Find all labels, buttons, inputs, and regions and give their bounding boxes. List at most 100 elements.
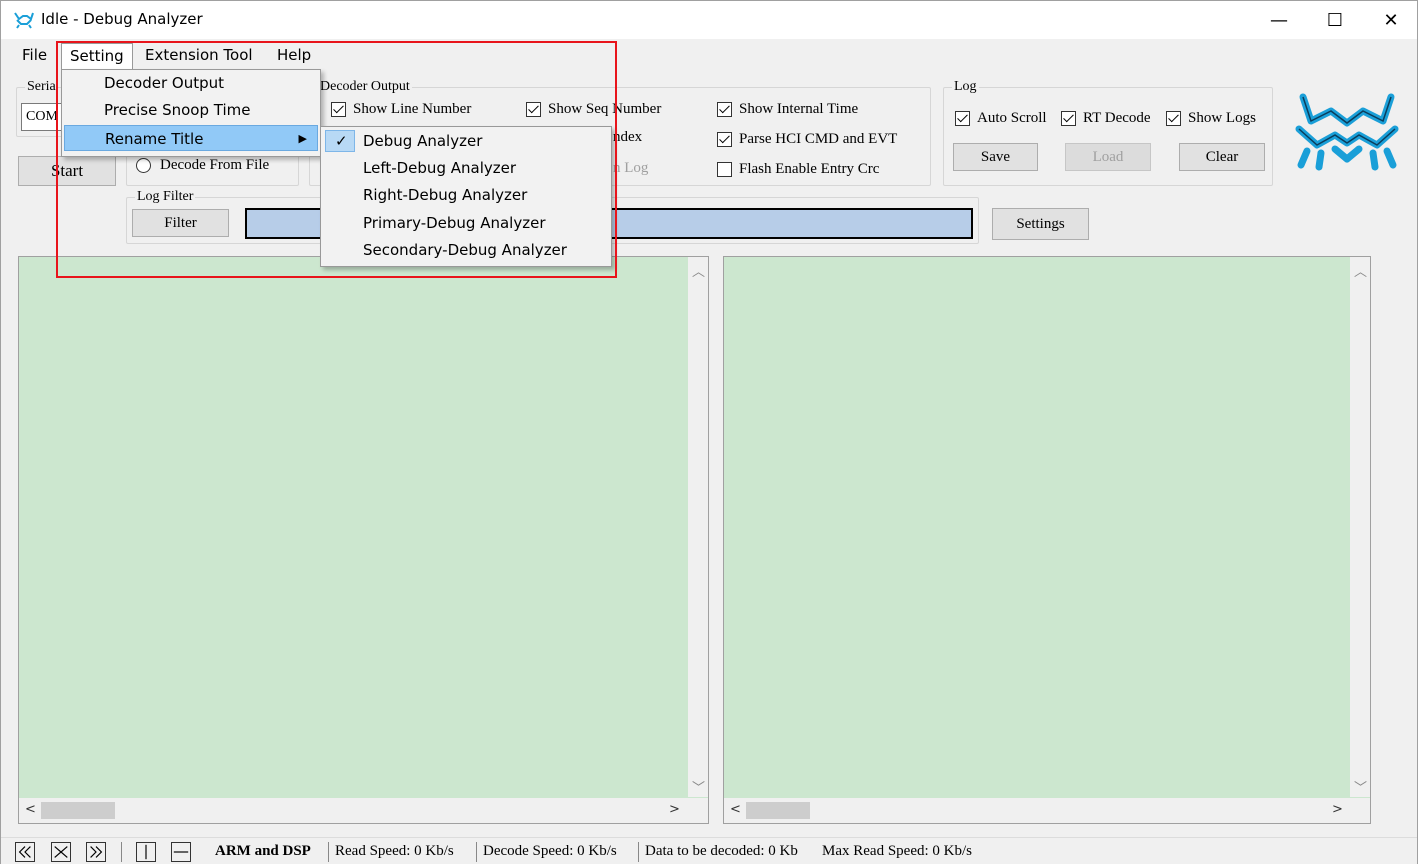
window-title: Idle - Debug Analyzer (41, 10, 203, 28)
maximize-button[interactable]: ☐ (1307, 1, 1363, 39)
decode-speed-label: Decode Speed: 0 Kb/s (483, 843, 617, 859)
show-seq-number-checkbox[interactable]: Show Seq Number (526, 101, 661, 118)
scroll-up-icon[interactable]: ︿ (692, 261, 705, 280)
left-vertical-scrollbar[interactable]: ︿ ﹀ (688, 257, 708, 797)
checkbox-box[interactable] (717, 102, 732, 117)
log-group: Log (943, 79, 1273, 186)
scroll-down-icon[interactable]: ﹀ (692, 777, 705, 796)
submenu-arrow-icon: ▶ (298, 132, 307, 145)
checkbox-box[interactable] (331, 102, 346, 117)
read-speed-label: Read Speed: 0 Kb/s (335, 843, 454, 859)
show-line-number-checkbox[interactable]: Show Line Number (331, 101, 471, 118)
status-separator (121, 842, 122, 862)
radio-dot[interactable] (136, 158, 151, 173)
start-button[interactable]: Start (18, 156, 116, 186)
checkbox-box[interactable] (717, 162, 732, 177)
menu-precise-snoop-time[interactable]: Precise Snoop Time (64, 97, 318, 123)
menu-decoder-output[interactable]: Decoder Output (64, 70, 318, 96)
submenu-secondary-debug-analyzer[interactable]: Secondary-Debug Analyzer (323, 237, 609, 263)
scroll-thumb[interactable] (746, 802, 810, 819)
show-seq-number-label: Show Seq Number (548, 101, 662, 117)
data-to-decode-label: Data to be decoded: 0 Kb (645, 843, 798, 859)
right-vertical-scrollbar[interactable]: ︿ ﹀ (1350, 257, 1370, 797)
title-bar: Idle - Debug Analyzer — ☐ ✕ (1, 1, 1417, 39)
scroll-right-icon[interactable]: > (1332, 802, 1343, 817)
flash-enable-checkbox[interactable]: Flash Enable Entry Crc (717, 161, 879, 178)
scroll-left-icon[interactable]: < (730, 802, 741, 817)
checkbox-box[interactable] (1061, 111, 1076, 126)
log-filter-label: Log Filter (135, 189, 196, 205)
scroll-right-icon[interactable]: > (669, 802, 680, 817)
submenu-primary-debug-analyzer[interactable]: Primary-Debug Analyzer (323, 210, 609, 236)
collapse-right-icon[interactable] (86, 842, 106, 862)
submenu-left-debug-analyzer[interactable]: Left-Debug Analyzer (323, 155, 609, 181)
show-logs-checkbox[interactable]: Show Logs (1166, 110, 1256, 127)
collapse-left-icon[interactable] (15, 842, 35, 862)
scroll-up-icon[interactable]: ︿ (1354, 261, 1367, 280)
close-button[interactable]: ✕ (1363, 1, 1418, 39)
auto-scroll-label: Auto Scroll (977, 110, 1047, 126)
checkbox-box[interactable] (1166, 111, 1181, 126)
show-internal-time-label: Show Internal Time (739, 101, 859, 117)
main-window: Idle - Debug Analyzer — ☐ ✕ File Setting… (0, 0, 1418, 864)
max-read-speed-label: Max Read Speed: 0 Kb/s (822, 843, 972, 859)
scroll-thumb[interactable] (41, 802, 115, 819)
menu-bar: File Setting Extension Tool Help (1, 39, 1417, 71)
menu-setting[interactable]: Setting (61, 43, 133, 69)
checkbox-box[interactable] (717, 132, 732, 147)
setting-dropdown-menu: Decoder Output Precise Snoop Time Rename… (61, 69, 321, 157)
rt-decode-checkbox[interactable]: RT Decode (1061, 110, 1151, 127)
serial-label: Seria (25, 79, 58, 95)
index-checkbox-label: ndex (613, 129, 643, 145)
flash-enable-label: Flash Enable Entry Crc (739, 161, 880, 177)
submenu-right-debug-analyzer[interactable]: Right-Debug Analyzer (323, 182, 609, 208)
parse-hci-label: Parse HCI CMD and EVT (739, 131, 898, 147)
auto-scroll-checkbox[interactable]: Auto Scroll (955, 110, 1047, 127)
scroll-down-icon[interactable]: ﹀ (1354, 777, 1367, 796)
app-logo-icon (14, 12, 34, 29)
collapse-both-icon[interactable] (51, 842, 71, 862)
split-horizontal-icon[interactable] (171, 842, 191, 862)
status-separator (476, 842, 477, 862)
decode-from-file-radio[interactable]: Decode From File (136, 157, 269, 174)
scroll-corner (688, 798, 708, 823)
mode-label: ARM and DSP (215, 843, 311, 859)
menu-file[interactable]: File (14, 43, 55, 69)
status-separator (638, 842, 639, 862)
left-horizontal-scrollbar[interactable]: < > (19, 798, 688, 823)
submenu-debug-analyzer[interactable]: ✓ Debug Analyzer (323, 128, 609, 154)
status-separator (328, 842, 329, 862)
checkbox-box[interactable] (955, 111, 970, 126)
checkbox-box[interactable] (526, 102, 541, 117)
rename-title-submenu: ✓ Debug Analyzer Left-Debug Analyzer Rig… (320, 126, 612, 267)
log-label: Log (952, 79, 979, 95)
log-option-label: n Log (613, 160, 649, 176)
settings-button[interactable]: Settings (992, 208, 1089, 240)
right-horizontal-scrollbar[interactable]: < > (724, 798, 1350, 823)
scroll-corner (1350, 798, 1370, 823)
decoder-output-label: Decoder Output (318, 79, 412, 95)
split-vertical-icon[interactable] (136, 842, 156, 862)
show-logs-label: Show Logs (1188, 110, 1256, 126)
scroll-left-icon[interactable]: < (25, 802, 36, 817)
minimize-button[interactable]: — (1251, 1, 1307, 39)
realtek-crab-logo-icon (1295, 93, 1399, 171)
show-internal-time-checkbox[interactable]: Show Internal Time (717, 101, 858, 118)
filter-button[interactable]: Filter (132, 209, 229, 237)
load-button[interactable]: Load (1065, 143, 1151, 171)
check-icon: ✓ (335, 132, 348, 150)
left-log-pane[interactable]: ︿ ﹀ < > (18, 256, 709, 824)
menu-extension-tool[interactable]: Extension Tool (137, 43, 261, 69)
clear-button[interactable]: Clear (1179, 143, 1265, 171)
save-button[interactable]: Save (953, 143, 1038, 171)
right-log-pane[interactable]: ︿ ﹀ < > (723, 256, 1371, 824)
debug-analyzer-label: Debug Analyzer (363, 132, 483, 150)
show-line-number-label: Show Line Number (353, 101, 472, 117)
rename-title-label: Rename Title (105, 130, 204, 148)
menu-rename-title[interactable]: Rename Title ▶ (64, 125, 318, 151)
menu-help[interactable]: Help (269, 43, 319, 69)
rt-decode-label: RT Decode (1083, 110, 1151, 126)
decode-from-file-label: Decode From File (160, 157, 270, 173)
parse-hci-checkbox[interactable]: Parse HCI CMD and EVT (717, 131, 897, 148)
status-bar: ARM and DSP Read Speed: 0 Kb/s Decode Sp… (1, 837, 1417, 864)
